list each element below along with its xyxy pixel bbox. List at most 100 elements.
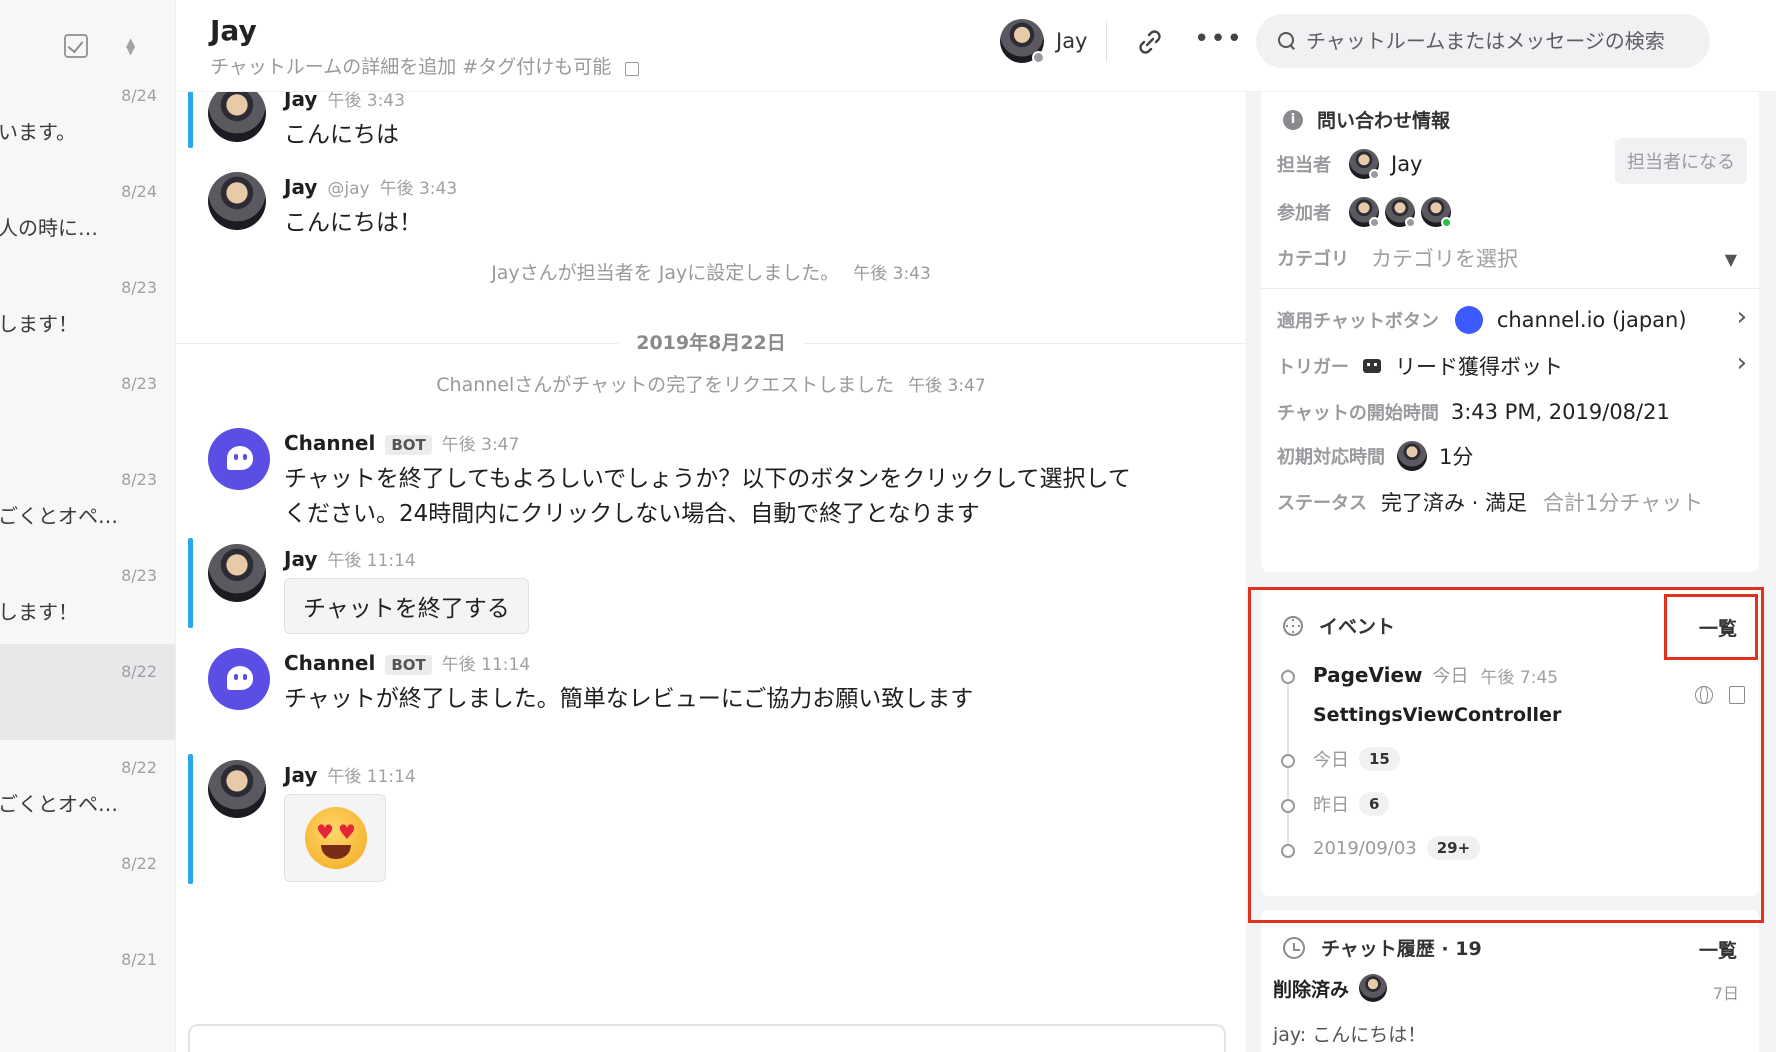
events-list-link[interactable]: 一覧 [1699, 614, 1737, 641]
chat-history-list-link[interactable]: 一覧 [1699, 936, 1737, 963]
history-icon [1283, 936, 1305, 959]
participants-row: 参加者 [1277, 192, 1747, 232]
chat-description[interactable]: チャットルームの詳細を追加 #タグ付けも可能 [210, 52, 640, 79]
chat-list-item[interactable]: 8/24 います。 [0, 86, 175, 182]
event-group-count: 15 [1359, 747, 1400, 771]
chat-title: Jay [210, 14, 257, 47]
chat-list-item[interactable]: 8/23 ごくとオペ… [0, 470, 175, 566]
presence-online-icon [1441, 217, 1452, 228]
chevron-right-icon[interactable]: › [1737, 302, 1747, 332]
chevron-right-icon[interactable]: › [1737, 348, 1747, 378]
emoji-mouth [321, 845, 351, 859]
become-assignee-button[interactable]: 担当者になる [1615, 138, 1747, 184]
event-group-label: 今日 [1313, 750, 1349, 771]
event-latest[interactable]: PageView 今日 午後 7:45 [1313, 662, 1558, 688]
chat-description-text: チャットルームの詳細を追加 #タグ付けも可能 [210, 56, 612, 78]
presence-offline-icon [1405, 217, 1416, 228]
caret-down-icon[interactable]: ▼ [1725, 250, 1737, 269]
system-message-text: Jayさんが担当者を Jayに設定しました。 [491, 262, 840, 284]
sort-toggle-icon[interactable]: ▲ ▼ [126, 36, 135, 56]
message-meta: Jay 午後 3:43 [284, 92, 405, 111]
emoji-message: ♥ ♥ [284, 794, 386, 882]
message-meta: Channel BOT 午後 3:47 [284, 430, 519, 455]
start-time-label: チャットの開始時間 [1277, 403, 1439, 424]
chat-list-date: 8/23 [121, 470, 157, 489]
header-user-chip[interactable]: Jay [1000, 18, 1088, 64]
chat-list-item[interactable]: 8/22 [0, 854, 175, 950]
status-label: ステータス [1277, 493, 1367, 514]
chat-list-item-active[interactable]: 8/22 [0, 644, 175, 740]
avatar[interactable] [1421, 197, 1452, 228]
robot-icon [1363, 359, 1381, 373]
chat-button-color-icon [1454, 306, 1483, 334]
chat-list-snippet: います。 [0, 120, 76, 144]
message-meta: Jay 午後 11:14 [284, 546, 416, 571]
search-box[interactable] [1256, 14, 1710, 68]
heart-icon: ♥ [316, 820, 334, 844]
globe-icon [1695, 686, 1713, 704]
message-meta: Channel BOT 午後 11:14 [284, 650, 530, 675]
avatar[interactable] [208, 92, 266, 142]
chat-list-sidebar: ▲ ▼ 8/24 います。 8/24 人の時に… 8/23 します！ 8/23 8… [0, 0, 176, 1052]
chat-list-item[interactable]: 8/22 ごくとオペ… [0, 758, 175, 854]
status-row: ステータス 完了済み · 満足 合計1分チャット [1277, 482, 1747, 522]
message-time: 午後 11:14 [441, 655, 531, 675]
category-select[interactable]: カテゴリを選択 [1371, 243, 1518, 273]
chat-button-row[interactable]: 適用チャットボタン channel.io (japan) › [1277, 300, 1747, 340]
chat-list-date: 8/21 [121, 950, 157, 969]
category-label: カテゴリ [1277, 249, 1349, 270]
chat-list-item[interactable]: 8/23 [0, 374, 175, 470]
search-input[interactable] [1306, 29, 1706, 53]
end-chat-button[interactable]: チャットを終了する [284, 578, 529, 634]
more-options-icon[interactable]: ••• [1194, 24, 1242, 60]
message-text: こんにちは！ [284, 210, 422, 236]
message-author: Channel [284, 651, 376, 675]
chat-list-snippet: します！ [0, 312, 78, 336]
chat-list-date: 8/23 [121, 566, 157, 585]
avatar [1349, 149, 1380, 180]
chat-list-date: 8/22 [121, 854, 157, 873]
edit-icon[interactable] [625, 62, 640, 76]
message-text: チャットが終了しました。簡単なレビューにご協力お願い致します [284, 686, 974, 712]
message-meta: Jay 午後 11:14 [284, 762, 416, 787]
event-group[interactable]: 昨日 6 [1313, 791, 1390, 817]
chat-list-date: 8/22 [121, 662, 157, 681]
event-group[interactable]: 今日 15 [1313, 746, 1400, 772]
chat-list-date: 8/24 [121, 182, 157, 201]
presence-offline-icon [1369, 217, 1380, 228]
message-time: 午後 11:14 [327, 767, 416, 787]
chat-list-snippet: 人の時に… [0, 216, 98, 240]
message: Jay 午後 3:43 こんにちは [176, 92, 1246, 154]
event-group[interactable]: 2019/09/03 29+ [1313, 836, 1481, 860]
avatar[interactable] [1349, 197, 1380, 228]
chat-list-item[interactable]: 8/21 [0, 950, 175, 1046]
event-group-count: 29+ [1426, 836, 1481, 860]
timeline-node-icon [1281, 670, 1295, 684]
avatar[interactable] [208, 760, 266, 818]
status-value: 完了済み · 満足 [1381, 491, 1528, 515]
avatar[interactable] [1385, 197, 1416, 228]
message-composer[interactable] [188, 1024, 1226, 1052]
first-response-row: 初期対応時間 1分 [1277, 436, 1747, 476]
event-day: 今日 [1432, 666, 1469, 687]
category-row[interactable]: カテゴリ カテゴリを選択 ▼ [1277, 238, 1747, 278]
chat-list-item[interactable]: 8/24 人の時に… [0, 182, 175, 278]
own-message-bar [188, 754, 193, 884]
target-icon [1283, 615, 1303, 636]
trigger-row[interactable]: トリガー リード獲得ボット › [1277, 346, 1747, 386]
assignee-name[interactable]: Jay [1391, 152, 1423, 176]
bot-avatar-icon [208, 648, 270, 710]
select-all-checkbox-icon[interactable] [64, 34, 88, 58]
event-group-label: 昨日 [1313, 795, 1349, 816]
chat-list-toolbar: ▲ ▼ [0, 0, 175, 92]
link-icon[interactable] [1132, 24, 1168, 60]
chat-list-item[interactable]: 8/23 します！ [0, 278, 175, 374]
date-separator-label: 2019年8月22日 [618, 328, 804, 355]
events-header: イベント [1283, 612, 1395, 639]
system-message-text: Channelさんがチャットの完了をリクエストしました [436, 374, 895, 396]
history-item[interactable]: 削除済み [1273, 974, 1388, 1002]
info-icon: i [1283, 109, 1303, 130]
avatar[interactable] [208, 544, 266, 602]
inquiry-info-card: i 問い合わせ情報 担当者 Jay 担当者になる 参加者 カテゴリ カテゴリを選… [1261, 92, 1759, 572]
avatar[interactable] [208, 172, 266, 230]
